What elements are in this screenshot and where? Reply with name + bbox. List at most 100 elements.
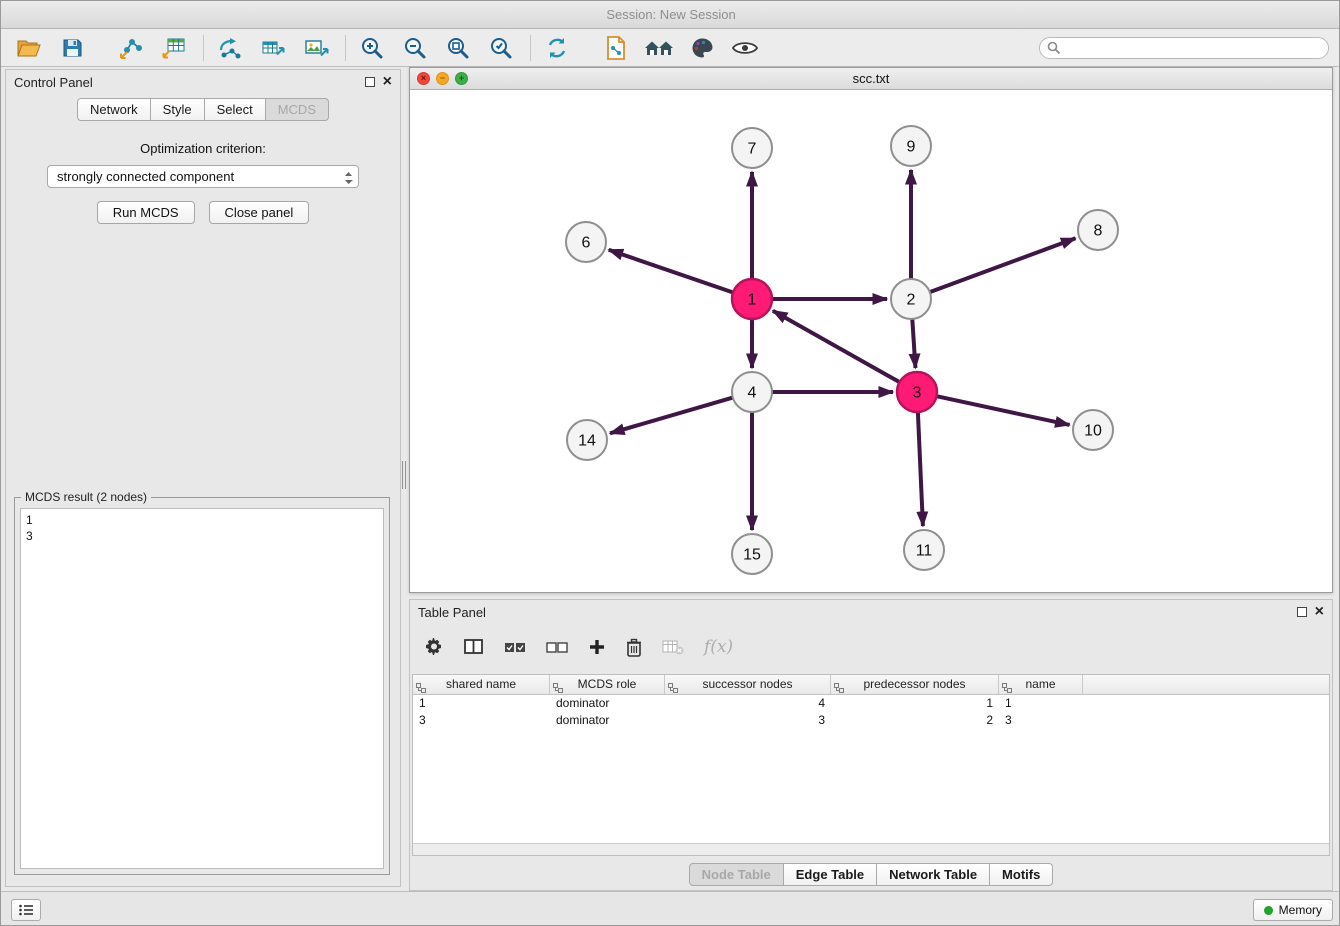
edge-3-11[interactable] <box>918 412 923 526</box>
table-cell: 1 <box>413 695 550 712</box>
column-header-label: MCDS role <box>578 677 637 691</box>
import-network-icon[interactable] <box>115 32 147 64</box>
deselect-all-icon[interactable] <box>546 640 568 654</box>
column-header-name[interactable]: name <box>999 675 1083 694</box>
save-session-icon[interactable] <box>56 32 88 64</box>
mcds-result-title: MCDS result (2 nodes) <box>21 490 151 504</box>
node-label: 7 <box>748 141 757 158</box>
tab-mcds[interactable]: MCDS <box>265 98 329 121</box>
table-horizontal-scrollbar[interactable] <box>413 843 1329 855</box>
minimize-window-icon[interactable]: − <box>436 72 449 85</box>
task-history-button[interactable] <box>11 899 41 921</box>
optimization-select[interactable]: strongly connected component <box>47 165 359 188</box>
close-panel-button[interactable]: Close panel <box>209 201 310 224</box>
search-input[interactable] <box>1039 37 1329 59</box>
column-type-icon <box>1002 680 1012 699</box>
column-header-label: shared name <box>446 677 516 691</box>
add-column-icon[interactable] <box>588 638 606 656</box>
node-3[interactable]: 3 <box>897 372 937 412</box>
network-canvas[interactable]: 7 9 6 8 1 2 4 3 14 10 15 11 <box>410 90 1332 592</box>
memory-button[interactable]: Memory <box>1253 899 1333 921</box>
node-6[interactable]: 6 <box>566 222 606 262</box>
export-table-icon[interactable] <box>257 32 289 64</box>
export-network-icon[interactable] <box>214 32 246 64</box>
node-15[interactable]: 15 <box>732 534 772 574</box>
table-cell: dominator <box>550 695 665 712</box>
table-cell: 3 <box>999 712 1083 729</box>
table-row[interactable]: 1dominator411 <box>413 695 1329 712</box>
column-header-mcds-role[interactable]: MCDS role <box>550 675 665 694</box>
tab-motifs[interactable]: Motifs <box>989 863 1053 886</box>
import-table-icon[interactable] <box>158 32 190 64</box>
edge-1-6[interactable] <box>609 250 733 293</box>
node-14[interactable]: 14 <box>567 420 607 460</box>
table-panel-header: Table Panel × <box>410 600 1332 624</box>
panel-divider-handle[interactable] <box>402 461 408 489</box>
gear-icon[interactable] <box>424 637 444 657</box>
tab-network-table[interactable]: Network Table <box>876 863 990 886</box>
function-builder-icon[interactable]: f(x) <box>704 637 733 657</box>
node-label: 4 <box>748 385 757 402</box>
edge-3-10[interactable] <box>937 396 1070 425</box>
edge-2-3[interactable] <box>912 319 915 368</box>
float-panel-icon[interactable] <box>365 77 375 87</box>
column-header-shared-name[interactable]: shared name <box>413 675 550 694</box>
open-file-icon[interactable] <box>13 32 45 64</box>
node-2[interactable]: 2 <box>891 279 931 319</box>
show-hide-icon[interactable] <box>729 32 761 64</box>
float-panel-icon[interactable] <box>1297 607 1307 617</box>
column-header-label: predecessor nodes <box>863 677 965 691</box>
control-panel-header: Control Panel × <box>6 70 400 94</box>
select-all-icon[interactable] <box>504 640 526 654</box>
node-label: 8 <box>1094 223 1103 240</box>
network-window-titlebar: × − + scc.txt <box>410 68 1332 90</box>
table-body: 1dominator4113dominator323 <box>413 695 1329 843</box>
node-11[interactable]: 11 <box>904 530 944 570</box>
column-header-successor-nodes[interactable]: successor nodes <box>665 675 831 694</box>
node-label: 10 <box>1084 423 1102 440</box>
node-label: 9 <box>907 139 916 156</box>
list-icon <box>18 903 34 917</box>
node-label: 3 <box>913 385 922 402</box>
tab-style[interactable]: Style <box>150 98 205 121</box>
tab-node-table[interactable]: Node Table <box>689 863 784 886</box>
node-10[interactable]: 10 <box>1073 410 1113 450</box>
columns-icon[interactable] <box>464 638 484 656</box>
edge-2-8[interactable] <box>930 238 1076 292</box>
zoom-fit-icon[interactable] <box>442 32 474 64</box>
table-panel-tabs: Node TableEdge TableNetwork TableMotifs <box>410 863 1332 886</box>
close-window-icon[interactable]: × <box>417 72 430 85</box>
edge-4-14[interactable] <box>610 398 733 434</box>
tab-select[interactable]: Select <box>204 98 266 121</box>
close-panel-icon[interactable]: × <box>383 75 392 89</box>
column-header-predecessor-nodes[interactable]: predecessor nodes <box>831 675 999 694</box>
node-9[interactable]: 9 <box>891 126 931 166</box>
tab-network[interactable]: Network <box>77 98 151 121</box>
node-8[interactable]: 8 <box>1078 210 1118 250</box>
node-4[interactable]: 4 <box>732 372 772 412</box>
zoom-in-icon[interactable] <box>356 32 388 64</box>
edge-3-1[interactable] <box>773 311 900 382</box>
delete-column-icon[interactable] <box>626 638 642 657</box>
column-type-icon <box>834 680 844 699</box>
zoom-selected-icon[interactable] <box>485 32 517 64</box>
first-neighbors-icon[interactable] <box>600 32 632 64</box>
delete-table-icon[interactable] <box>662 639 684 655</box>
run-mcds-button[interactable]: Run MCDS <box>97 201 195 224</box>
node-1[interactable]: 1 <box>732 279 772 319</box>
table-cell: 1 <box>831 695 999 712</box>
close-panel-icon[interactable]: × <box>1315 605 1324 619</box>
export-image-icon[interactable] <box>300 32 332 64</box>
column-type-icon <box>416 680 426 699</box>
toolbar-separator <box>345 35 346 61</box>
zoom-out-icon[interactable] <box>399 32 431 64</box>
tab-edge-table[interactable]: Edge Table <box>783 863 877 886</box>
network-overview-icon[interactable] <box>643 32 675 64</box>
maximize-window-icon[interactable]: + <box>455 72 468 85</box>
refresh-layout-icon[interactable] <box>541 32 573 64</box>
style-icon[interactable] <box>686 32 718 64</box>
table-row[interactable]: 3dominator323 <box>413 712 1329 729</box>
node-7[interactable]: 7 <box>732 128 772 168</box>
control-panel: Control Panel × NetworkStyleSelectMCDS O… <box>5 69 401 887</box>
table-panel: Table Panel × <box>409 599 1333 891</box>
